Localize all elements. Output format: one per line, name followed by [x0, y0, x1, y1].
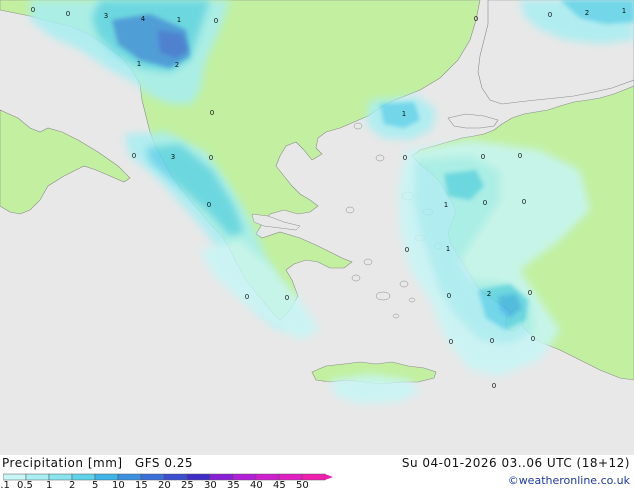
precip-value-label: 0 [490, 337, 494, 345]
precip-value-label: 0 [449, 338, 453, 346]
precip-value-label: 0 [210, 109, 214, 117]
precip-value-label: 2 [175, 61, 179, 69]
scale-tick-label: 50 [296, 480, 309, 491]
scale-tick-label: 0.1 [0, 480, 10, 491]
scale-tick-label: 5 [92, 480, 99, 491]
scale-tick-label: 20 [158, 480, 171, 491]
map-canvas: 0 0 3 4 1 0 0 0 2 1 1 2 0 1 0 3 0 0 0 0 0 1 0 0 0 1 0 0 0 2 0 0 0 0 0 [0, 0, 634, 455]
precip-value-label: 0 [285, 294, 289, 302]
scale-tick-label: 10 [112, 480, 125, 491]
precip-value-label: 0 [548, 11, 552, 19]
precip-value-label: 0 [474, 15, 478, 23]
scale-tick-label: 25 [181, 480, 194, 491]
precip-value-label: 1 [177, 16, 181, 24]
precip-value-label: 1 [137, 60, 141, 68]
footer: Precipitation [mm] GFS 0.25 Su 04-01-202… [0, 455, 634, 491]
scale-tick-label: 0.5 [17, 480, 33, 491]
precip-value-label: 0 [528, 289, 532, 297]
precip-value-label: 0 [132, 152, 136, 160]
precip-value-label: 0 [531, 335, 535, 343]
precip-value-label: 1 [444, 201, 448, 209]
precip-value-label: 1 [402, 110, 406, 118]
precip-value-label: 0 [245, 293, 249, 301]
precip-value-label: 0 [31, 6, 35, 14]
scale-tick-label: 15 [135, 480, 148, 491]
scale-tick-label: 30 [204, 480, 217, 491]
precip-value-label: 0 [481, 153, 485, 161]
scale-tick-label: 1 [46, 480, 53, 491]
precip-value-label: 0 [209, 154, 213, 162]
precip-value-label: 0 [483, 199, 487, 207]
precipitation-map: 0 0 3 4 1 0 0 0 2 1 1 2 0 1 0 3 0 0 0 0 0 1 0 0 0 1 0 0 0 2 0 0 0 0 0 [0, 0, 634, 455]
precip-value-label: 4 [141, 15, 146, 23]
precip-value-label: 3 [171, 153, 175, 161]
product-name: Precipitation [mm] [2, 456, 123, 470]
credit-link[interactable]: ©weatheronline.co.uk [508, 474, 630, 487]
precip-value-label: 0 [403, 154, 407, 162]
scale-ticks: 0.10.5125101520253035404550 [0, 480, 340, 491]
scale-tick-label: 35 [227, 480, 240, 491]
precip-value-label: 3 [104, 12, 108, 20]
scale-tick-label: 2 [69, 480, 76, 491]
precip-value-label: 1 [622, 7, 626, 15]
precip-value-label: 0 [214, 17, 218, 25]
scale-tick-label: 40 [250, 480, 263, 491]
precip-value-label: 2 [585, 9, 589, 17]
precip-value-label: 0 [522, 198, 526, 206]
model-name: GFS 0.25 [134, 456, 194, 470]
scale-tick-label: 45 [273, 480, 286, 491]
valid-time: Su 04-01-2026 03..06 UTC (18+12) [401, 456, 630, 470]
precip-value-label: 0 [66, 10, 70, 18]
precip-value-label: 0 [207, 201, 211, 209]
precip-value-label: 0 [447, 292, 451, 300]
product-title: Precipitation [mm] GFS 0.25 [2, 456, 201, 470]
precip-value-label: 1 [446, 245, 450, 253]
precip-value-label: 0 [518, 152, 522, 160]
precip-value-label: 0 [405, 246, 409, 254]
precip-value-label: 2 [487, 290, 491, 298]
precip-value-label: 0 [492, 382, 496, 390]
